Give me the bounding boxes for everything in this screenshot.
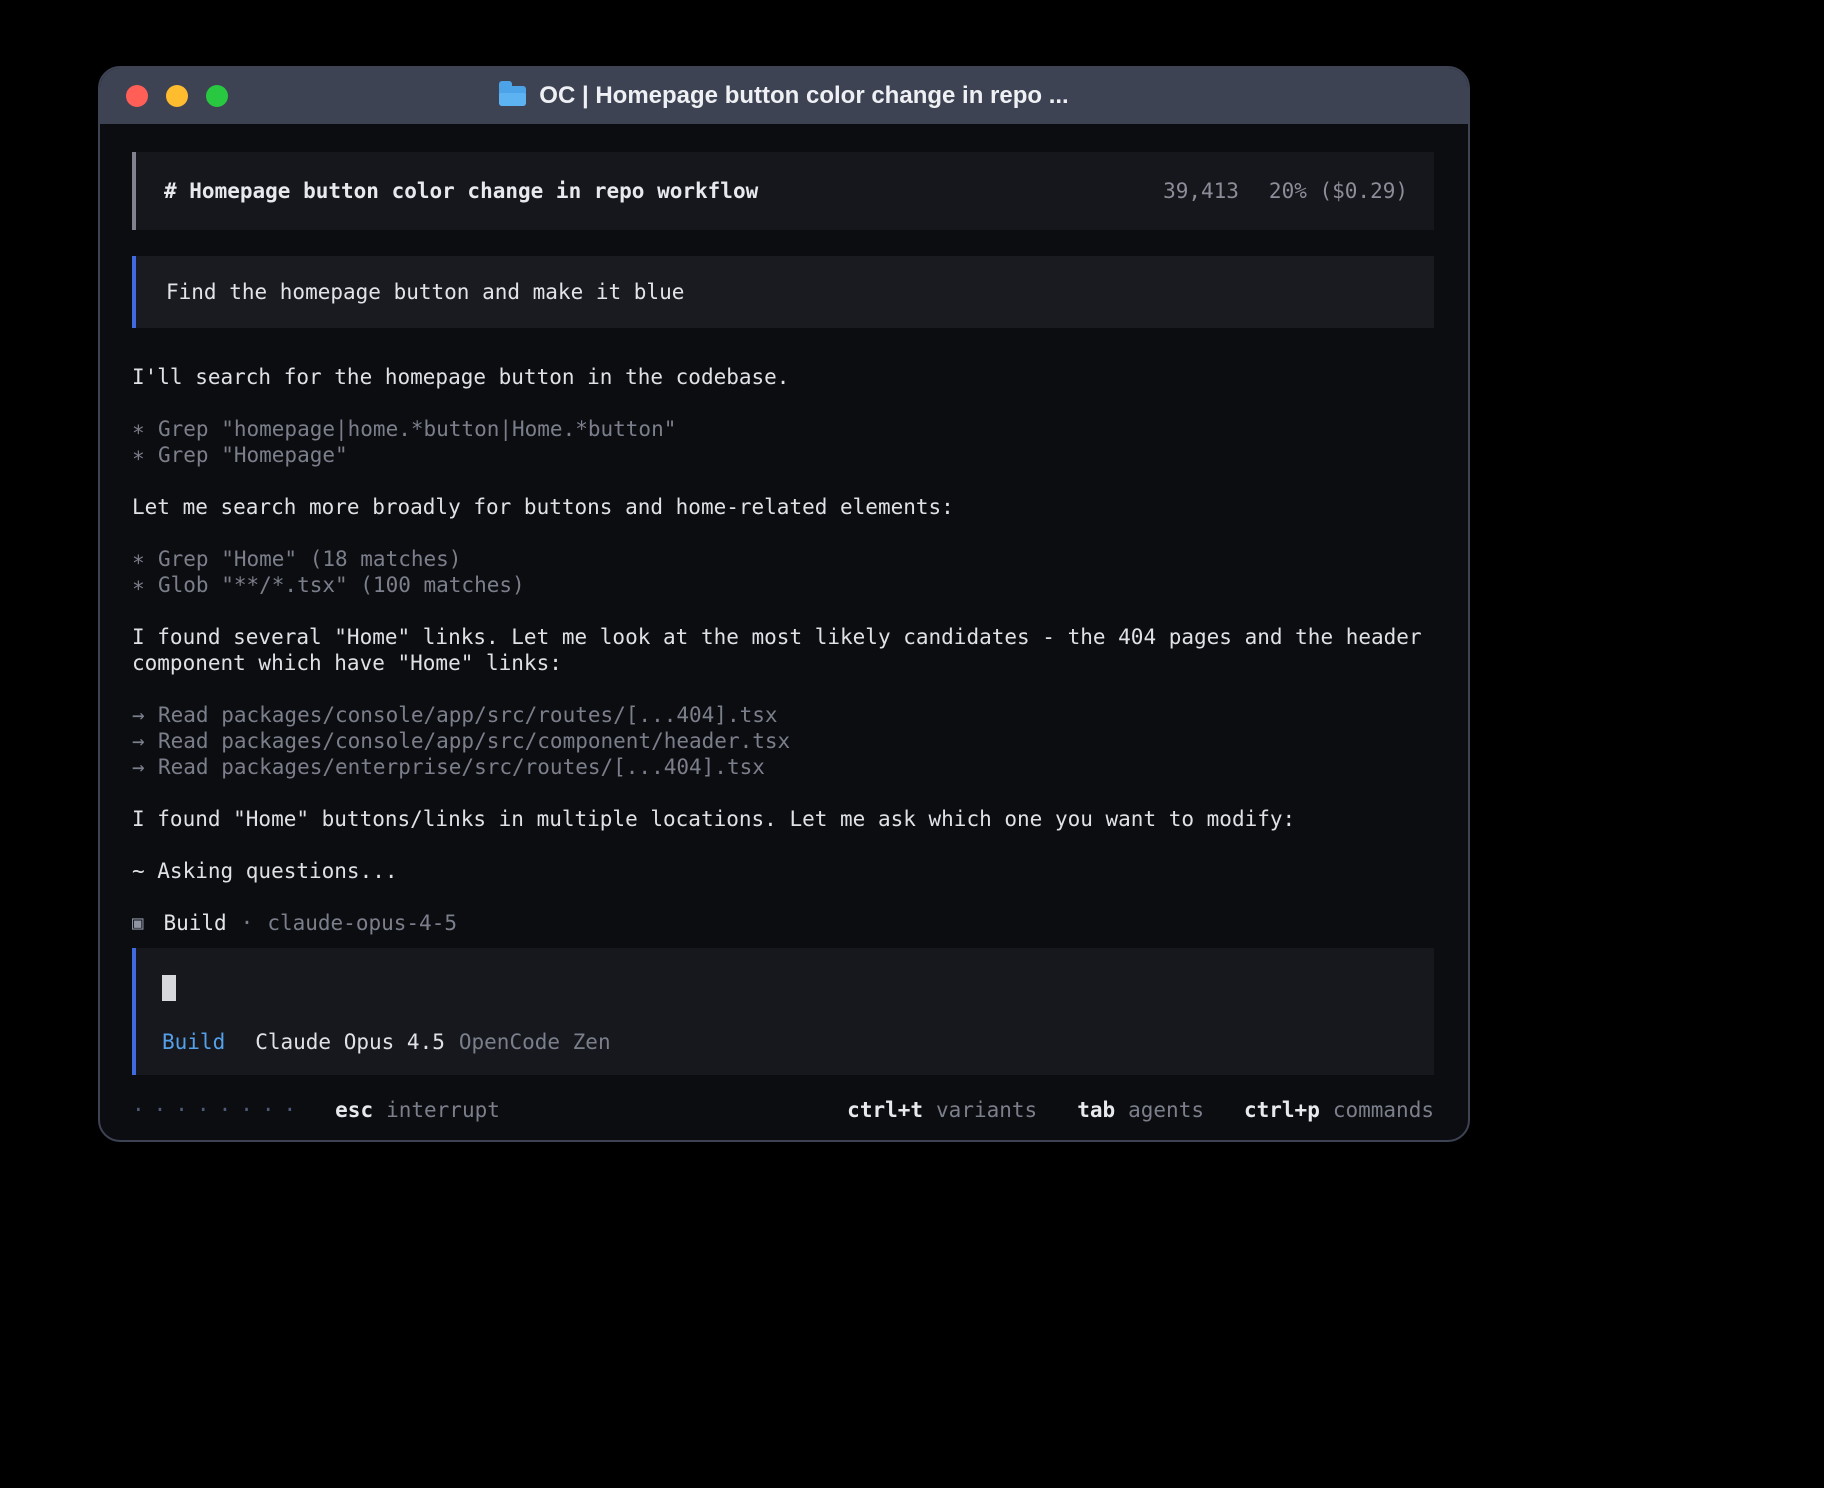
tool-call: →Read packages/console/app/src/component… (132, 728, 1434, 754)
session-header: # Homepage button color change in repo w… (132, 152, 1434, 230)
window-title: OC | Homepage button color change in rep… (539, 82, 1068, 110)
grep-tool-icon: ∗ (132, 416, 158, 442)
assistant-transcript: I'll search for the homepage button in t… (132, 364, 1434, 936)
tool-call: ∗Grep "homepage|home.*button|Home.*butto… (132, 416, 1434, 442)
assistant-paragraph: I'll search for the homepage button in t… (132, 364, 1434, 390)
tool-call-group: ∗Grep "homepage|home.*button|Home.*butto… (132, 416, 1434, 468)
tool-call: ∗Grep "Home" (18 matches) (132, 546, 1434, 572)
shortcut-variants: ctrl+t variants (847, 1097, 1037, 1123)
shortcut-label: interrupt (386, 1097, 500, 1123)
context-usage: 20% ($0.29) (1269, 178, 1408, 204)
tool-call-text: Grep "homepage|home.*button|Home.*button… (158, 417, 676, 441)
shortcut-interrupt: esc interrupt (335, 1097, 500, 1123)
input-status-line: Build Claude Opus 4.5 OpenCode Zen (162, 1029, 1408, 1055)
shortcut-agents: tab agents (1077, 1097, 1204, 1123)
shortcut-key: esc (335, 1097, 373, 1123)
tool-call-text: Read packages/console/app/src/component/… (158, 729, 790, 753)
window-controls (126, 68, 228, 124)
tool-call-group: ∗Grep "Home" (18 matches) ∗Glob "**/*.ts… (132, 546, 1434, 598)
model-label[interactable]: Claude Opus 4.5 (255, 1029, 445, 1055)
user-message-text: Find the homepage button and make it blu… (166, 279, 684, 305)
tool-call-text: Read packages/enterprise/src/routes/[...… (158, 755, 765, 779)
asking-questions-status: ~ Asking questions... (132, 858, 1434, 884)
shortcut-label: commands (1333, 1097, 1434, 1123)
session-stats: 39,413 20% ($0.29) (1163, 178, 1408, 204)
tool-call-text: Grep "Home" (18 matches) (158, 547, 461, 571)
grep-tool-icon: ∗ (132, 442, 158, 468)
tool-call-text: Glob "**/*.tsx" (100 matches) (158, 573, 525, 597)
glob-tool-icon: ∗ (132, 572, 158, 598)
shortcut-label: agents (1128, 1097, 1204, 1123)
session-title: # Homepage button color change in repo w… (164, 178, 758, 204)
assistant-paragraph: I found "Home" buttons/links in multiple… (132, 806, 1434, 832)
shortcut-commands: ctrl+p commands (1244, 1097, 1434, 1123)
agent-icon: ▣ (132, 910, 143, 936)
folder-icon (499, 86, 526, 106)
separator-dot: · (241, 910, 254, 936)
grep-tool-icon: ∗ (132, 546, 158, 572)
status-bar: ········ esc interrupt ctrl+t variants t… (132, 1097, 1434, 1123)
tool-call: ∗Glob "**/*.tsx" (100 matches) (132, 572, 1434, 598)
read-arrow-icon: → (132, 702, 158, 728)
minimize-button[interactable] (166, 85, 188, 107)
tool-call-text: Grep "Homepage" (158, 443, 348, 467)
terminal-window: OC | Homepage button color change in rep… (98, 66, 1470, 1142)
zoom-button[interactable] (206, 85, 228, 107)
text-cursor (162, 975, 176, 1001)
spinner-dots: ········ (132, 1097, 305, 1123)
tool-call-group: →Read packages/console/app/src/routes/[.… (132, 702, 1434, 780)
terminal-content: # Homepage button color change in repo w… (100, 124, 1468, 1141)
provider-label: OpenCode Zen (459, 1029, 611, 1055)
tool-call: →Read packages/console/app/src/routes/[.… (132, 702, 1434, 728)
token-count: 39,413 (1163, 178, 1239, 204)
read-arrow-icon: → (132, 754, 158, 780)
agent-name: Build (163, 910, 226, 936)
tool-call-text: Read packages/console/app/src/routes/[..… (158, 703, 778, 727)
agent-model: claude-opus-4-5 (267, 910, 457, 936)
assistant-paragraph: I found several "Home" links. Let me loo… (132, 624, 1434, 676)
window-titlebar[interactable]: OC | Homepage button color change in rep… (100, 68, 1468, 124)
read-arrow-icon: → (132, 728, 158, 754)
agent-status-line: ▣ Build · claude-opus-4-5 (132, 910, 1434, 936)
tool-call: →Read packages/enterprise/src/routes/[..… (132, 754, 1434, 780)
assistant-paragraph: Let me search more broadly for buttons a… (132, 494, 1434, 520)
tool-call: ∗Grep "Homepage" (132, 442, 1434, 468)
close-button[interactable] (126, 85, 148, 107)
shortcut-label: variants (936, 1097, 1037, 1123)
shortcut-key: ctrl+t (847, 1097, 923, 1123)
mode-label[interactable]: Build (162, 1029, 225, 1055)
shortcut-key: tab (1077, 1097, 1115, 1123)
shortcut-key: ctrl+p (1244, 1097, 1320, 1123)
user-message: Find the homepage button and make it blu… (132, 256, 1434, 328)
prompt-input[interactable]: Build Claude Opus 4.5 OpenCode Zen (132, 948, 1434, 1075)
